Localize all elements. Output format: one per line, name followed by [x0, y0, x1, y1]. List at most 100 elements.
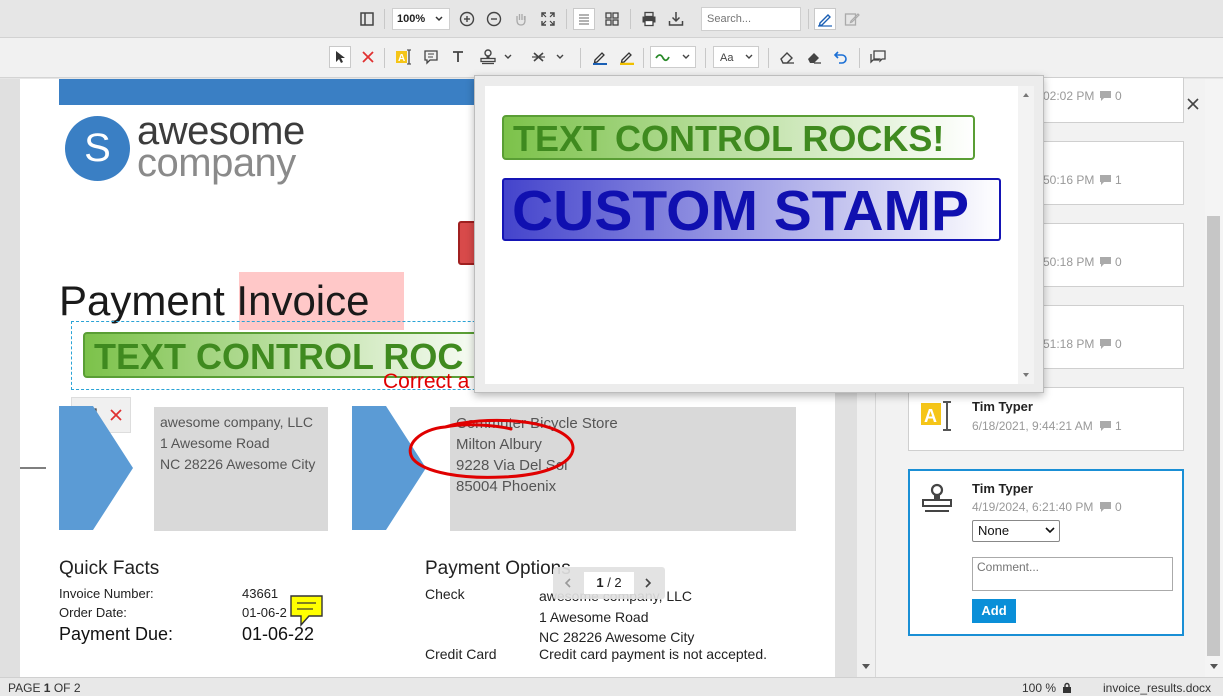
- svg-text:Aa: Aa: [720, 52, 734, 64]
- stamp-option-label: CUSTOM STAMP: [512, 179, 970, 241]
- stamp-picker-popup: TEXT CONTROL ROCKS! CUSTOM STAMP: [474, 75, 1044, 393]
- comment-count: 0: [1115, 500, 1122, 514]
- comment-card[interactable]: A Tim Typer 6/18/2021, 9:44:21 AM 1: [908, 387, 1184, 451]
- fit-page-button[interactable]: [537, 8, 559, 30]
- form-mode-button[interactable]: [841, 8, 863, 30]
- download-button[interactable]: [665, 8, 687, 30]
- comments-icon: [870, 50, 886, 64]
- scroll-up-icon: [1023, 93, 1029, 97]
- stamp-tool-button[interactable]: [476, 46, 516, 68]
- credit-card-label: Credit Card: [425, 646, 497, 662]
- cursor-icon: [336, 51, 345, 63]
- eraser-icon: [780, 52, 794, 64]
- comment-date: 50:18 PM: [1043, 255, 1095, 269]
- next-page-button[interactable]: [637, 572, 659, 594]
- comment-count-icon: [1100, 91, 1111, 101]
- zoom-select[interactable]: 100%: [392, 8, 450, 30]
- order-date-value: 01-06-2: [242, 605, 287, 620]
- zoom-in-button[interactable]: [456, 8, 478, 30]
- scroll-down-icon: [1023, 373, 1029, 377]
- clear-ink-button[interactable]: [803, 46, 825, 68]
- text-t-icon: [453, 51, 463, 62]
- single-page-view-button[interactable]: [573, 8, 595, 30]
- panel-scroll-thumb[interactable]: [1207, 216, 1220, 656]
- quick-facts-title: Quick Facts: [59, 558, 160, 579]
- text-highlight-tool-button[interactable]: A: [393, 46, 415, 68]
- stamp-option-custom[interactable]: CUSTOM STAMP: [502, 178, 1001, 241]
- order-date-label: Order Date:: [59, 605, 127, 620]
- scroll-down-icon: [1210, 664, 1218, 669]
- stamp-icon: [922, 483, 952, 512]
- svg-text:A: A: [924, 406, 937, 426]
- chevron-down-icon: [435, 16, 443, 22]
- font-size-icon: Aa: [720, 52, 753, 64]
- text-tool-button[interactable]: [447, 46, 469, 68]
- comment-icon: [424, 50, 438, 65]
- payment-options-title: Payment Options: [425, 558, 571, 579]
- zoom-out-button[interactable]: [483, 8, 505, 30]
- pen-color-button[interactable]: [589, 46, 611, 68]
- sidebar-icon: [360, 12, 374, 26]
- clear-icon: [808, 53, 821, 64]
- comment-count-icon: [1100, 421, 1111, 431]
- annotation-toolbar: A Aa: [0, 38, 1223, 78]
- text-annotation-icon: A: [921, 401, 951, 431]
- stamp-icon: [480, 49, 512, 65]
- credit-card-value: Credit card payment is not accepted.: [539, 646, 768, 662]
- comment-card-selected[interactable]: Tim Typer 4/19/2024, 6:21:40 PM 0 None A…: [908, 469, 1184, 636]
- select-tool-button[interactable]: [329, 46, 351, 68]
- status-select[interactable]: None: [972, 520, 1060, 542]
- undo-button[interactable]: [830, 46, 852, 68]
- page-status: PAGE 1 OF 2: [8, 681, 81, 695]
- chevron-left-icon: [564, 578, 571, 588]
- undo-icon: [833, 51, 847, 64]
- pen-color-icon: [593, 52, 607, 65]
- comment-count-icon: [1100, 257, 1111, 267]
- prev-page-button[interactable]: [557, 572, 579, 594]
- highlighter-color-button[interactable]: [616, 46, 638, 68]
- print-button[interactable]: [638, 8, 660, 30]
- lock-icon: [1063, 682, 1071, 693]
- page-navigator: 1 / 2: [553, 567, 665, 599]
- close-icon: [1187, 98, 1199, 110]
- annotation-mode-button[interactable]: [814, 8, 836, 30]
- invoice-number-label: Invoice Number:: [59, 586, 154, 601]
- delete-tool-button[interactable]: [357, 46, 379, 68]
- strikeout-tool-button[interactable]: [528, 46, 568, 68]
- search-input[interactable]: [701, 7, 801, 31]
- edit-form-icon: [844, 13, 860, 26]
- font-size-select[interactable]: Aa: [713, 46, 759, 68]
- stamp-list-scrollbar[interactable]: [1018, 86, 1034, 384]
- comments-panel-button[interactable]: [867, 46, 889, 68]
- close-panel-button[interactable]: [1186, 97, 1200, 111]
- close-icon: [362, 51, 374, 63]
- chevron-right-icon: [645, 578, 652, 588]
- comment-count: 1: [1115, 419, 1122, 433]
- red-ink-drawing[interactable]: [405, 415, 580, 490]
- main-toolbar: 100%: [0, 0, 1223, 38]
- stamp-option-text-control[interactable]: TEXT CONTROL ROCKS!: [502, 115, 975, 160]
- comment-date: 02:02 PM: [1043, 89, 1095, 103]
- filename: invoice_results.docx: [1103, 681, 1212, 695]
- sender-address: awesome company, LLC 1 Awesome Road NC 2…: [160, 414, 316, 472]
- free-text-annotation[interactable]: Correct a: [383, 370, 469, 394]
- sticky-note-icon[interactable]: [289, 594, 325, 630]
- printer-icon: [642, 11, 656, 27]
- comment-tool-button[interactable]: [420, 46, 442, 68]
- pan-button[interactable]: [510, 8, 532, 30]
- comment-count: 0: [1115, 337, 1122, 351]
- check-label: Check: [425, 586, 465, 602]
- thumbnail-view-button[interactable]: [601, 8, 623, 30]
- zoom-in-icon: [459, 11, 475, 27]
- comment-textarea[interactable]: [972, 557, 1173, 591]
- pen-icon: [818, 14, 832, 27]
- chevron-down-icon: [1045, 527, 1055, 534]
- comment-count-icon: [1100, 502, 1111, 512]
- eraser-button[interactable]: [776, 46, 798, 68]
- line-style-select[interactable]: [650, 46, 696, 68]
- svg-text:A: A: [398, 53, 405, 64]
- sidebar-toggle-button[interactable]: [356, 8, 378, 30]
- add-comment-button[interactable]: Add: [972, 599, 1016, 623]
- stamp-option-label: TEXT CONTROL ROCKS!: [513, 118, 945, 159]
- comment-date: 50:16 PM: [1043, 173, 1095, 187]
